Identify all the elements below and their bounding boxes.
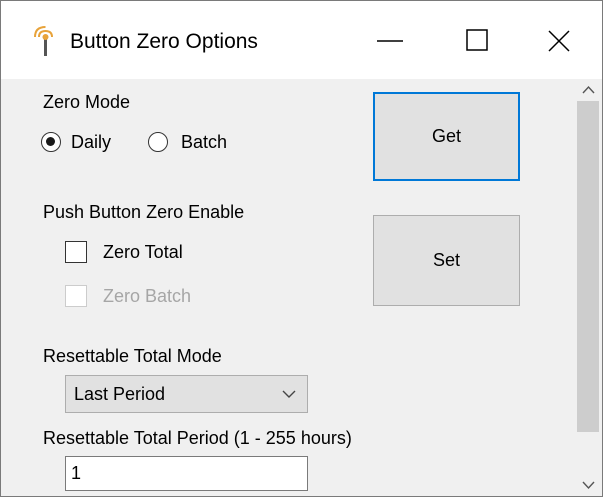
minimize-button[interactable]: [345, 1, 433, 79]
daily-radio-label[interactable]: Daily: [71, 131, 111, 153]
resettable-total-period-label: Resettable Total Period (1 - 255 hours): [43, 428, 352, 448]
batch-radio[interactable]: [148, 132, 168, 152]
scroll-down-button[interactable]: [575, 474, 602, 496]
chevron-down-icon: [282, 390, 296, 398]
daily-radio[interactable]: [41, 132, 61, 152]
zero-batch-checkbox[interactable]: [65, 285, 87, 307]
dropdown-selected-value: Last Period: [74, 384, 166, 404]
maximize-icon: [466, 29, 488, 51]
window-title: Button Zero Options: [70, 30, 258, 53]
scrollbar-thumb[interactable]: [577, 101, 599, 432]
maximize-button[interactable]: [433, 1, 521, 79]
minimize-icon: [377, 40, 403, 42]
resettable-total-period-input[interactable]: [66, 457, 307, 490]
resettable-total-period-field[interactable]: [65, 456, 308, 491]
zero-total-checkbox[interactable]: [65, 241, 87, 263]
close-button[interactable]: [514, 1, 602, 79]
button-zero-options-window: Button Zero Options Zero Mode Daily Batc…: [0, 0, 603, 497]
chevron-down-icon: [582, 481, 595, 490]
app-icon: [34, 26, 53, 56]
resettable-total-mode-dropdown[interactable]: Last Period: [65, 375, 308, 413]
zero-batch-label: Zero Batch: [103, 286, 192, 306]
chevron-up-icon: [582, 85, 595, 94]
close-icon: [548, 30, 570, 52]
resettable-total-mode-label: Resettable Total Mode: [43, 346, 222, 366]
title-bar[interactable]: Button Zero Options: [1, 1, 602, 79]
options-panel: Zero Mode Daily Batch Push Button Zero E…: [1, 79, 575, 496]
set-button[interactable]: Set: [373, 215, 520, 306]
scroll-up-button[interactable]: [575, 79, 602, 101]
radio-selected-dot: [46, 137, 55, 146]
vertical-scrollbar[interactable]: [575, 79, 602, 496]
push-button-zero-enable-label: Push Button Zero Enable: [43, 202, 245, 222]
zero-mode-label: Zero Mode: [43, 92, 131, 112]
batch-radio-label[interactable]: Batch: [181, 131, 227, 153]
get-button[interactable]: Get: [373, 92, 520, 181]
zero-total-label[interactable]: Zero Total: [103, 241, 183, 263]
